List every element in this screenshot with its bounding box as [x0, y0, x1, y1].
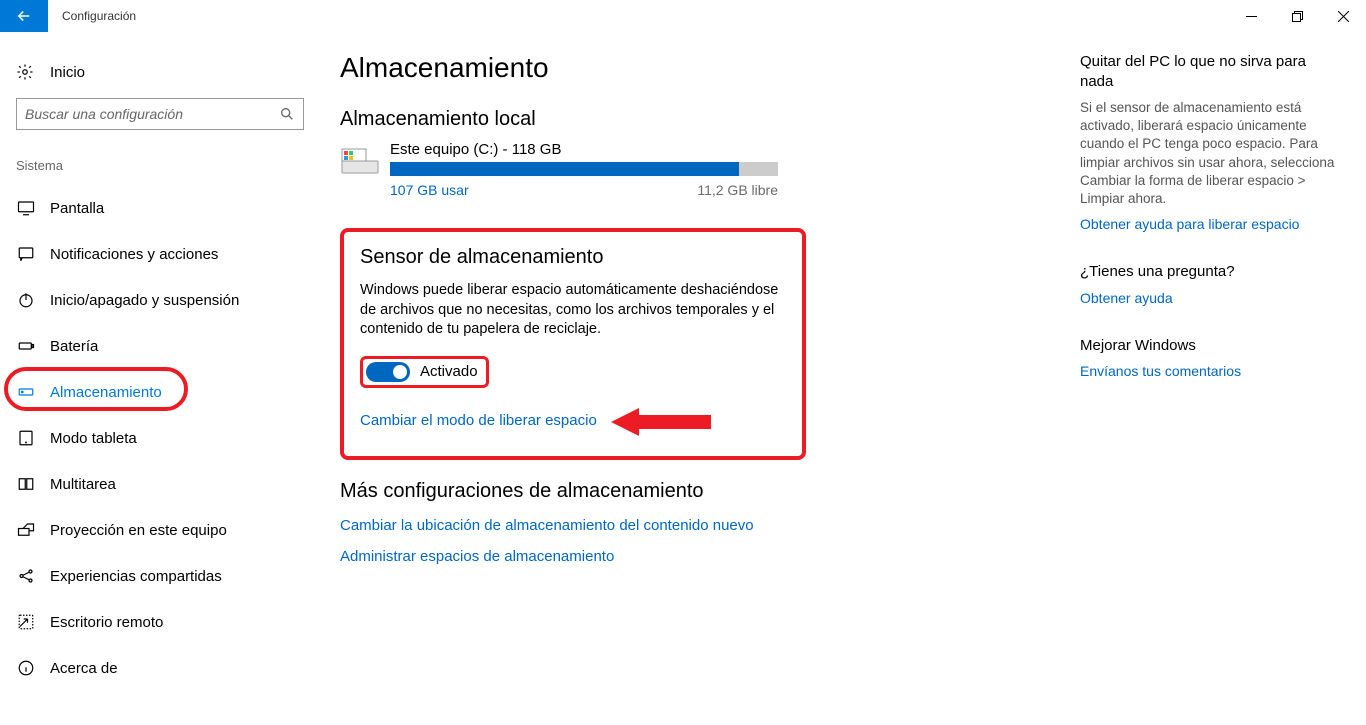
- sensor-description: Windows puede liberar espacio automática…: [360, 281, 786, 340]
- remote-icon: [16, 612, 36, 632]
- more-settings-heading: Más configuraciones de almacenamiento: [340, 480, 1070, 503]
- drive-name: Este equipo (C:) - 118 GB: [390, 141, 778, 158]
- manage-storage-spaces-link[interactable]: Administrar espacios de almacenamiento: [340, 548, 614, 565]
- sidebar-nav: Pantalla Notificaciones y acciones Inici…: [16, 185, 310, 691]
- sidebar-item-label: Experiencias compartidas: [50, 568, 222, 585]
- multitask-icon: [16, 474, 36, 494]
- send-feedback-link[interactable]: Envíanos tus comentarios: [1080, 363, 1241, 379]
- power-icon: [16, 290, 36, 310]
- drive-used-link[interactable]: 107 GB usar: [390, 182, 469, 198]
- drive-icon: [340, 141, 382, 177]
- main-content: Almacenamiento Almacenamiento local Este…: [310, 52, 1070, 691]
- sidebar-item-multitarea[interactable]: Multitarea: [16, 461, 310, 507]
- change-save-location-link[interactable]: Cambiar la ubicación de almacenamiento d…: [340, 517, 754, 534]
- get-help-link[interactable]: Obtener ayuda: [1080, 290, 1173, 306]
- sidebar-item-experiencias[interactable]: Experiencias compartidas: [16, 553, 310, 599]
- home-label: Inicio: [50, 64, 85, 81]
- arrow-left-icon: [15, 7, 33, 25]
- improve-heading: Mejorar Windows: [1080, 336, 1340, 356]
- titlebar: Configuración: [0, 0, 1366, 32]
- search-input[interactable]: Buscar una configuración: [16, 98, 304, 130]
- window-controls: [1228, 0, 1366, 32]
- close-icon: [1338, 11, 1349, 22]
- annotation-arrow: [611, 404, 711, 438]
- sidebar-item-label: Acerca de: [50, 660, 118, 677]
- get-storage-help-link[interactable]: Obtener ayuda para liberar espacio: [1080, 216, 1299, 232]
- remove-heading: Quitar del PC lo que no sirva para nada: [1080, 52, 1340, 91]
- display-icon: [16, 198, 36, 218]
- maximize-button[interactable]: [1274, 0, 1320, 32]
- sidebar-item-label: Notificaciones y acciones: [50, 246, 218, 263]
- page-title: Almacenamiento: [340, 52, 1070, 84]
- sidebar-item-label: Proyección en este equipo: [50, 522, 227, 539]
- sidebar-item-notificaciones[interactable]: Notificaciones y acciones: [16, 231, 310, 277]
- sidebar-item-label: Escritorio remoto: [50, 614, 163, 631]
- local-storage-heading: Almacenamiento local: [340, 108, 1070, 131]
- battery-icon: [16, 336, 36, 356]
- sidebar-item-label: Pantalla: [50, 200, 104, 217]
- storage-sense-toggle[interactable]: [366, 362, 410, 382]
- sidebar-item-modo-tableta[interactable]: Modo tableta: [16, 415, 310, 461]
- remove-text: Si el sensor de almacenamiento está acti…: [1080, 99, 1340, 208]
- drive-free-label: 11,2 GB libre: [697, 182, 778, 198]
- sidebar-item-label: Multitarea: [50, 476, 116, 493]
- drive-usage-fill: [390, 162, 739, 176]
- project-icon: [16, 520, 36, 540]
- sidebar-item-label: Batería: [50, 338, 98, 355]
- change-free-space-link[interactable]: Cambiar el modo de liberar espacio: [360, 412, 597, 429]
- sidebar-item-bateria[interactable]: Batería: [16, 323, 310, 369]
- sensor-heading: Sensor de almacenamiento: [360, 246, 786, 269]
- storage-icon: [16, 382, 36, 402]
- toggle-knob: [393, 365, 407, 379]
- sidebar-item-inicio-apagado[interactable]: Inicio/apagado y suspensión: [16, 277, 310, 323]
- tablet-icon: [16, 428, 36, 448]
- related-panel: Quitar del PC lo que no sirva para nada …: [1080, 52, 1340, 691]
- sidebar-item-proyeccion[interactable]: Proyección en este equipo: [16, 507, 310, 553]
- chat-icon: [16, 244, 36, 264]
- sidebar-item-escritorio-remoto[interactable]: Escritorio remoto: [16, 599, 310, 645]
- gear-icon: [16, 63, 34, 81]
- back-button[interactable]: [0, 0, 48, 32]
- sidebar: Inicio Buscar una configuración Sistema …: [0, 52, 310, 691]
- close-button[interactable]: [1320, 0, 1366, 32]
- annotation-toggle-box: Activado: [360, 356, 489, 388]
- search-placeholder: Buscar una configuración: [25, 106, 279, 122]
- sidebar-item-almacenamiento[interactable]: Almacenamiento: [16, 369, 310, 415]
- info-icon: [16, 658, 36, 678]
- minimize-button[interactable]: [1228, 0, 1274, 32]
- home-link[interactable]: Inicio: [16, 52, 310, 92]
- minimize-icon: [1246, 11, 1257, 22]
- search-icon: [279, 106, 295, 122]
- annotation-box: Sensor de almacenamiento Windows puede l…: [340, 228, 806, 460]
- share-icon: [16, 566, 36, 586]
- sidebar-item-acerca-de[interactable]: Acerca de: [16, 645, 310, 691]
- sidebar-item-label: Inicio/apagado y suspensión: [50, 292, 239, 309]
- sidebar-item-label: Almacenamiento: [50, 384, 162, 401]
- maximize-icon: [1292, 11, 1303, 22]
- sidebar-group-label: Sistema: [16, 158, 310, 173]
- sidebar-item-label: Modo tableta: [50, 430, 137, 447]
- sidebar-item-pantalla[interactable]: Pantalla: [16, 185, 310, 231]
- drive-usage-bar: [390, 162, 778, 176]
- question-heading: ¿Tienes una pregunta?: [1080, 262, 1340, 282]
- toggle-label: Activado: [420, 363, 478, 380]
- app-title: Configuración: [62, 9, 136, 23]
- drive-row[interactable]: Este equipo (C:) - 118 GB 107 GB usar 11…: [340, 141, 1070, 198]
